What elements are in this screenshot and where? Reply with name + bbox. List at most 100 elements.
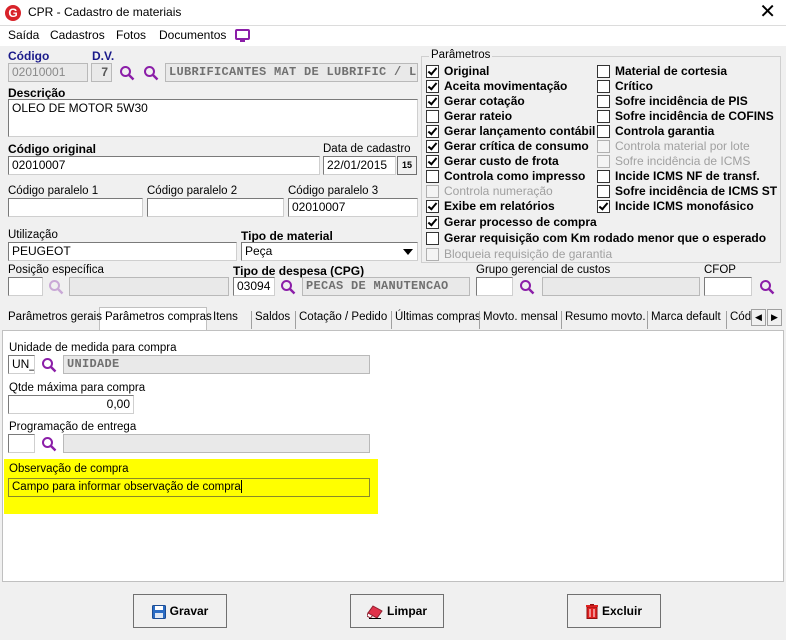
codigo-original-label: Código original (8, 142, 96, 156)
checkbox-left-10[interactable] (426, 216, 439, 229)
menu-cadastros[interactable]: Cadastros (50, 28, 105, 42)
codigo-paralelo2-field[interactable] (147, 198, 284, 217)
checkbox-label-right-6: Sofre incidência de ICMS (615, 154, 751, 168)
tab-4[interactable]: Cotação / Pedido (299, 311, 387, 329)
grupo-gerencial-desc-field (542, 277, 700, 296)
checkbox-right-9[interactable] (597, 200, 610, 213)
checkbox-right-3[interactable] (597, 110, 610, 123)
tipo-material-value: Peça (245, 244, 273, 258)
descricao-field[interactable]: OLEO DE MOTOR 5W30 (8, 99, 418, 137)
unidade-code-field[interactable]: UN_ (8, 355, 35, 374)
codigo-paralelo3-label: Código paralelo 3 (288, 185, 379, 197)
checkmark-icon (598, 200, 609, 211)
codigo-paralelo2-label: Código paralelo 2 (147, 185, 238, 197)
codigo-paralelo3-field[interactable]: 02010007 (288, 198, 418, 217)
search-icon[interactable] (759, 279, 775, 295)
data-cadastro-label: Data de cadastro (323, 143, 411, 155)
codigo-paralelo1-field[interactable] (8, 198, 143, 217)
checkbox-left-4[interactable] (426, 125, 439, 138)
app-logo-icon: G (5, 5, 21, 21)
trash-icon (585, 604, 598, 620)
checkbox-left-11[interactable] (426, 232, 439, 245)
dv-field[interactable]: 7 (91, 63, 112, 82)
unidade-desc-field: UNIDADE (63, 355, 370, 374)
observacao-label: Observação de compra (9, 463, 129, 475)
search-icon[interactable] (41, 436, 57, 452)
checkbox-left-12 (426, 248, 439, 261)
checkbox-left-7[interactable] (426, 170, 439, 183)
search-icon[interactable] (119, 65, 135, 81)
menu-documentos[interactable]: Documentos (159, 28, 226, 42)
utilizacao-field[interactable]: PEUGEOT (8, 242, 237, 261)
chevron-down-icon[interactable] (403, 249, 413, 255)
checkbox-left-1[interactable] (426, 80, 439, 93)
checkbox-label-right-8: Sofre incidência de ICMS ST (615, 184, 778, 198)
descricao-label: Descrição (8, 86, 66, 100)
cfop-field[interactable] (704, 277, 752, 296)
qtde-field[interactable]: 0,00 (8, 395, 134, 414)
tab-0[interactable]: Parâmetros gerais (8, 311, 102, 329)
tipo-material-select[interactable]: Peça (241, 242, 418, 261)
checkbox-left-9[interactable] (426, 200, 439, 213)
search-icon[interactable] (519, 279, 535, 295)
search-icon[interactable] (48, 279, 64, 295)
checkbox-label-left-9: Exibe em relatórios (444, 199, 555, 213)
programacao-code-field[interactable] (8, 434, 35, 453)
observacao-field[interactable]: Campo para informar observação de compra (8, 478, 370, 497)
posicao-field[interactable] (8, 277, 43, 296)
search-icon[interactable] (143, 65, 159, 81)
tab-6[interactable]: Movto. mensal (483, 311, 558, 329)
codigo-field[interactable]: 02010001 (8, 63, 88, 82)
gravar-button[interactable]: Gravar (133, 594, 227, 628)
checkbox-label-left-11: Gerar requisição com Km rodado menor que… (444, 231, 767, 245)
utilizacao-label: Utilização (8, 229, 58, 241)
checkbox-left-3[interactable] (426, 110, 439, 123)
posicao-desc-field (69, 277, 229, 296)
checkbox-right-4[interactable] (597, 125, 610, 138)
checkbox-left-6[interactable] (426, 155, 439, 168)
search-icon[interactable] (41, 357, 57, 373)
checkbox-left-0[interactable] (426, 65, 439, 78)
tab-5[interactable]: Últimas compras (395, 311, 481, 329)
grupo-gerencial-field[interactable] (476, 277, 513, 296)
checkbox-right-0[interactable] (597, 65, 610, 78)
tab-3[interactable]: Saldos (255, 311, 290, 329)
tab-2[interactable]: Itens (213, 311, 238, 329)
data-cadastro-field[interactable]: 22/01/2015 (323, 156, 396, 175)
search-icon[interactable] (280, 279, 296, 295)
checkbox-label-right-1: Crítico (615, 79, 654, 93)
checkbox-label-right-7: Incide ICMS NF de transf. (615, 169, 760, 183)
window-icon[interactable] (235, 29, 250, 42)
tab-7[interactable]: Resumo movto. (565, 311, 646, 329)
checkbox-right-1[interactable] (597, 80, 610, 93)
excluir-button[interactable]: Excluir (567, 594, 661, 628)
checkbox-left-2[interactable] (426, 95, 439, 108)
checkbox-label-right-0: Material de cortesia (615, 64, 728, 78)
tab-scroll-right-icon[interactable]: ▶ (767, 309, 782, 326)
checkbox-right-2[interactable] (597, 95, 610, 108)
grupo-gerencial-label: Grupo gerencial de custos (476, 264, 611, 276)
limpar-button[interactable]: Limpar (350, 594, 444, 628)
codigo-label: Código (8, 49, 50, 63)
tab-8[interactable]: Marca default (651, 311, 721, 329)
checkbox-right-7[interactable] (597, 170, 610, 183)
tab-scroll-left-icon[interactable]: ◀ (751, 309, 766, 326)
calendar-icon[interactable]: 15 (397, 156, 417, 175)
window-title: CPR - Cadastro de materiais (28, 5, 182, 19)
tipo-despesa-code-field[interactable]: 03094 (233, 277, 275, 296)
checkbox-right-8[interactable] (597, 185, 610, 198)
tab-separator (251, 311, 252, 329)
menu-saida[interactable]: Saída (8, 28, 39, 42)
tab-1[interactable]: Parâmetros compras (105, 311, 212, 329)
checkbox-label-left-7: Controla como impresso (444, 169, 586, 183)
close-icon[interactable]: ✕ (759, 1, 776, 23)
excluir-label: Excluir (601, 604, 643, 618)
checkbox-left-5[interactable] (426, 140, 439, 153)
tab-separator (391, 311, 392, 329)
checkbox-label-left-5: Gerar crítica de consumo (444, 139, 589, 153)
programacao-desc-field (63, 434, 370, 453)
checkbox-label-left-4: Gerar lançamento contábil (444, 124, 596, 138)
checkmark-icon (427, 155, 438, 166)
menu-fotos[interactable]: Fotos (116, 28, 146, 42)
codigo-original-field[interactable]: 02010007 (8, 156, 320, 175)
